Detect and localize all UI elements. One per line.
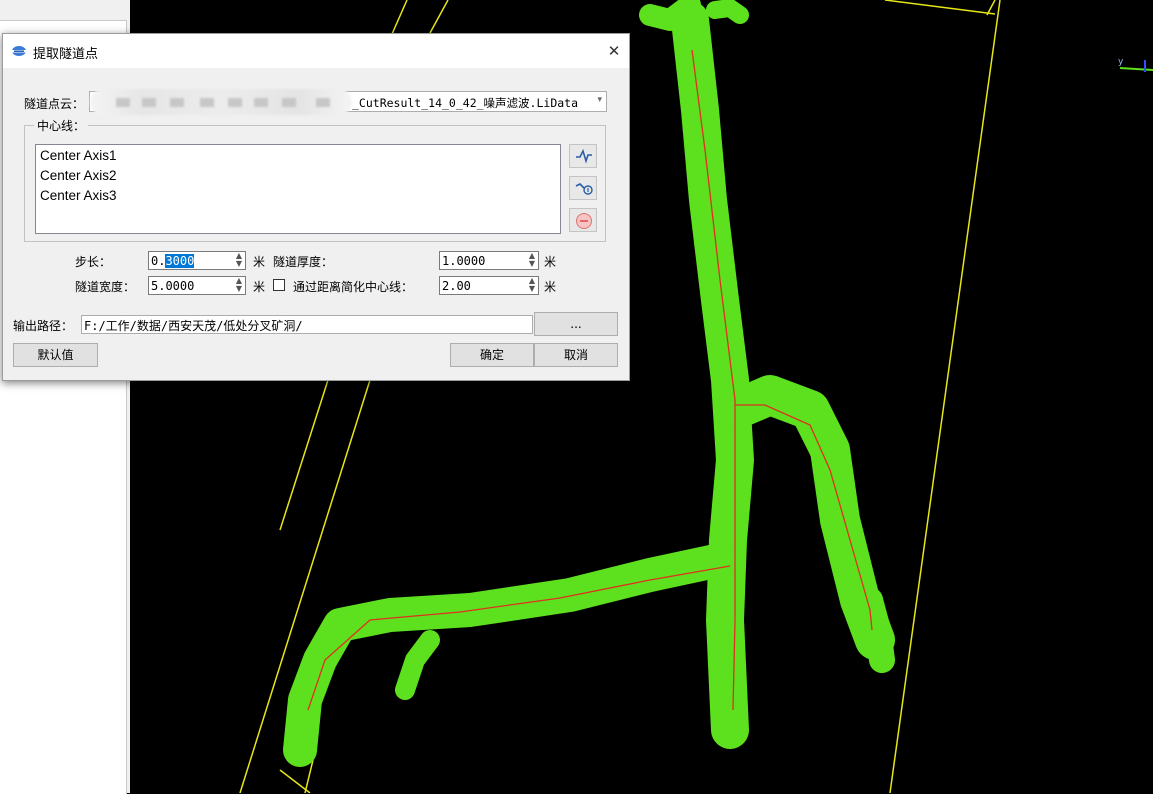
add-centerline-button[interactable]: [569, 144, 597, 168]
redacted-path-blur: [90, 89, 352, 115]
centerline-list[interactable]: Center Axis1 Center Axis2 Center Axis3: [35, 144, 561, 234]
width-unit: 米: [253, 280, 266, 294]
spin-arrows-icon[interactable]: ▲ ▼: [529, 252, 535, 268]
step-value-selected: 3000: [165, 254, 195, 268]
edit-centerline-icon: [575, 183, 593, 195]
simplify-spinbox[interactable]: 2.00 ▲ ▼: [439, 276, 539, 295]
pointcloud-label: 隧道点云：: [24, 97, 85, 111]
extract-tunnel-points-dialog: 提取隧道点 ✕ 隧道点云： _CutResult_14_0_42_噪声滤波.Li…: [2, 33, 630, 381]
output-path-label: 输出路径：: [13, 319, 74, 333]
thickness-unit: 米: [544, 255, 557, 269]
pointcloud-value: _CutResult_14_0_42_噪声滤波.LiData: [352, 96, 579, 110]
simplify-label: 通过距离简化中心线：: [293, 280, 414, 294]
ok-button[interactable]: 确定: [450, 343, 534, 367]
thickness-label: 隧道厚度：: [273, 255, 334, 269]
chevron-down-icon[interactable]: ▾: [597, 95, 602, 105]
step-spinbox[interactable]: 0.3000 ▲ ▼: [148, 251, 246, 270]
spin-arrows-icon[interactable]: ▲ ▼: [236, 277, 242, 293]
step-label: 步长：: [75, 255, 112, 269]
remove-centerline-icon: [576, 213, 592, 229]
add-centerline-icon: [576, 148, 592, 164]
tunnel-app-icon: [12, 46, 26, 56]
edit-centerline-button[interactable]: [569, 176, 597, 200]
output-path-input[interactable]: F:/工作/数据/西安天茂/低处分叉矿洞/: [81, 315, 533, 334]
list-item[interactable]: Center Axis3: [40, 188, 117, 203]
spin-arrows-icon[interactable]: ▲ ▼: [236, 252, 242, 268]
list-item[interactable]: Center Axis2: [40, 168, 117, 183]
width-value: 5.0000: [151, 279, 195, 293]
width-spinbox[interactable]: 5.0000 ▲ ▼: [148, 276, 246, 295]
width-label: 隧道宽度：: [75, 280, 136, 294]
close-icon[interactable]: ✕: [599, 34, 629, 68]
pointcloud-select[interactable]: _CutResult_14_0_42_噪声滤波.LiData ▾: [89, 89, 607, 115]
remove-centerline-button[interactable]: [569, 208, 597, 232]
axis-label-y: y: [1118, 57, 1124, 67]
simplify-unit: 米: [544, 280, 557, 294]
dialog-titlebar[interactable]: 提取隧道点 ✕: [3, 34, 629, 68]
simplify-value: 2.00: [442, 279, 471, 293]
axis-gizmo: y: [1118, 57, 1153, 72]
default-button[interactable]: 默认值: [13, 343, 98, 367]
output-path-value: F:/工作/数据/西安天茂/低处分叉矿洞/: [84, 319, 303, 333]
browse-button[interactable]: ...: [534, 312, 618, 336]
thickness-spinbox[interactable]: 1.0000 ▲ ▼: [439, 251, 539, 270]
cancel-button[interactable]: 取消: [534, 343, 618, 367]
step-value-prefix: 0.: [151, 254, 166, 268]
spin-arrows-icon[interactable]: ▲ ▼: [529, 277, 535, 293]
step-unit: 米: [253, 255, 266, 269]
thickness-value: 1.0000: [442, 254, 486, 268]
dialog-title: 提取隧道点: [33, 47, 99, 62]
list-item[interactable]: Center Axis1: [40, 148, 117, 163]
simplify-checkbox[interactable]: [273, 279, 285, 291]
centerline-group-label: 中心线：: [34, 117, 89, 134]
